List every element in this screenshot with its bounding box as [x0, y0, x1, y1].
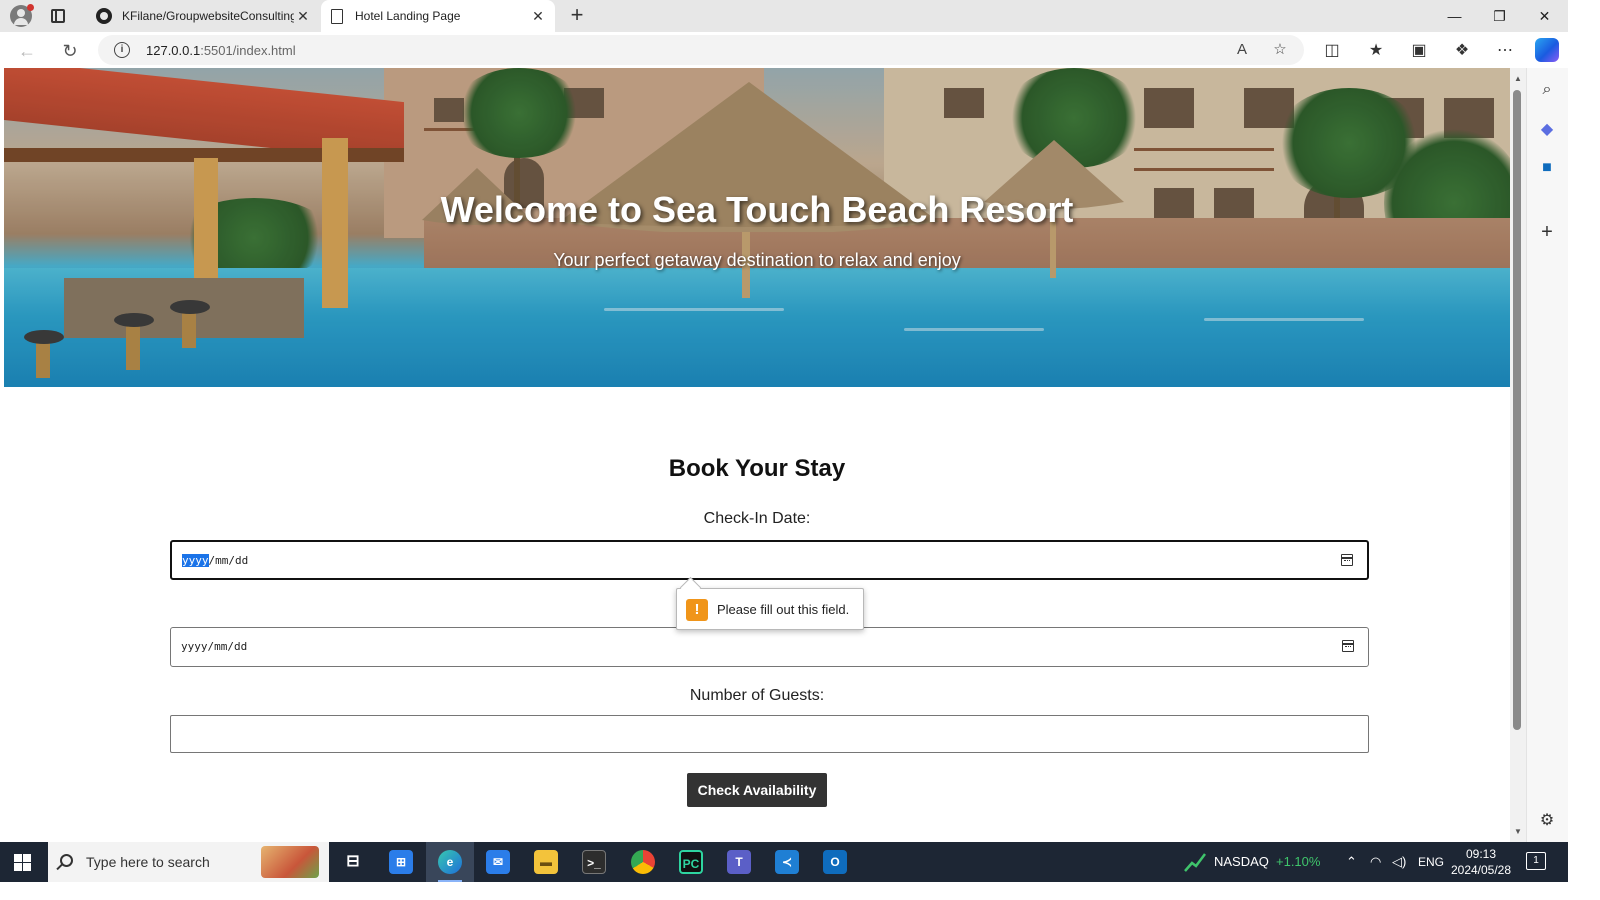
file-explorer-icon[interactable]: ▬	[522, 842, 570, 882]
minimize-button[interactable]: —	[1432, 0, 1477, 32]
site-info-icon[interactable]: i	[114, 42, 130, 58]
tab-label: Hotel Landing Page	[355, 9, 461, 23]
validation-message: Please fill out this field.	[717, 602, 850, 617]
scrollbar-thumb[interactable]	[1513, 90, 1521, 730]
github-icon	[96, 8, 112, 24]
sidebar-outlook-icon[interactable]: ■	[1537, 158, 1557, 178]
checkin-label: Check-In Date:	[703, 510, 811, 527]
network-icon[interactable]: ◠	[1370, 842, 1381, 882]
search-icon	[60, 854, 73, 867]
windows-start-icon[interactable]	[14, 854, 31, 871]
checkin-date-input[interactable]: yyyy/mm/dd	[170, 540, 1369, 580]
split-screen-icon[interactable]: ◫	[1321, 40, 1343, 62]
day-segment[interactable]: dd	[235, 554, 248, 567]
year-segment[interactable]: yyyy	[182, 554, 209, 567]
check-availability-button[interactable]: Check Availability	[687, 773, 827, 807]
ticker-name[interactable]: NASDAQ	[1214, 842, 1269, 882]
warning-icon: !	[686, 599, 708, 621]
read-aloud-icon[interactable]: A	[1232, 40, 1252, 60]
hero-title: Welcome to Sea Touch Beach Resort	[440, 189, 1074, 230]
microsoft-store-icon[interactable]: ⊞	[377, 842, 425, 882]
calendar-icon[interactable]	[1341, 554, 1353, 566]
guests-input[interactable]	[170, 715, 1369, 753]
url-text[interactable]: 127.0.0.1:5501/index.html	[146, 43, 296, 58]
outlook-icon[interactable]: O	[811, 842, 859, 882]
scroll-up-arrow-icon[interactable]: ▲	[1514, 74, 1522, 83]
tab-github[interactable]: KFilane/GroupwebsiteConsulting ✕	[88, 0, 320, 32]
tab-label: KFilane/GroupwebsiteConsulting	[122, 9, 294, 23]
profile-notification-dot	[27, 4, 34, 11]
favorite-star-icon[interactable]: ☆	[1270, 40, 1290, 60]
sidebar-copilot-icon[interactable]: ◆	[1537, 120, 1557, 140]
hero-subtitle: Your perfect getaway destination to rela…	[553, 250, 961, 270]
sidebar-search-icon[interactable]: ⌕	[1537, 80, 1557, 100]
edge-sidebar: ⌕ ◆ ■ + ⚙	[1526, 68, 1568, 842]
taskbar-search-placeholder: Type here to search	[86, 854, 210, 870]
month-segment[interactable]: mm	[214, 640, 227, 653]
url-host: 127.0.0.1	[146, 43, 201, 58]
hero-banner: Welcome to Sea Touch Beach Resort Your p…	[4, 68, 1510, 387]
browser-toolbar: ← ↻ i 127.0.0.1:5501/index.html A ☆ ◫ ★ …	[0, 32, 1568, 68]
validation-tooltip: ! Please fill out this field.	[676, 588, 864, 630]
checkout-date-input[interactable]: yyyy/mm/dd	[170, 627, 1369, 667]
calendar-icon[interactable]	[1342, 640, 1354, 652]
month-segment[interactable]: mm	[215, 554, 228, 567]
checkin-date-placeholder: yyyy/mm/dd	[182, 554, 249, 567]
checkout-date-placeholder: yyyy/mm/dd	[181, 640, 248, 653]
taskbar-clock[interactable]: 09:13 2024/05/28	[1448, 846, 1514, 878]
close-window-button[interactable]: ✕	[1522, 0, 1567, 32]
restore-button[interactable]: ❐	[1477, 0, 1522, 32]
tab-hotel-landing-page[interactable]: Hotel Landing Page ✕	[321, 0, 555, 32]
chrome-icon[interactable]	[619, 842, 667, 882]
clock-time: 09:13	[1465, 847, 1497, 861]
close-tab-icon[interactable]: ✕	[529, 8, 547, 25]
new-tab-button[interactable]: +	[566, 4, 588, 26]
url-path: :5501/index.html	[200, 43, 296, 58]
vscode-icon[interactable]: ≺	[763, 842, 811, 882]
pycharm-icon[interactable]: PC	[667, 842, 715, 882]
tab-actions-icon[interactable]	[48, 6, 68, 26]
task-view-icon[interactable]: ⊟	[329, 842, 377, 882]
back-button[interactable]: ←	[14, 38, 40, 64]
language-indicator[interactable]: ENG	[1418, 842, 1444, 882]
edge-browser-icon[interactable]: e	[426, 842, 474, 882]
stock-chart-icon[interactable]	[1184, 852, 1206, 872]
address-bar[interactable]: i 127.0.0.1:5501/index.html A ☆	[98, 35, 1304, 65]
sidebar-settings-gear-icon[interactable]: ⚙	[1537, 811, 1557, 831]
clock-date: 2024/05/28	[1450, 863, 1512, 877]
teams-icon[interactable]: T	[715, 842, 763, 882]
sidebar-add-icon[interactable]: +	[1537, 222, 1557, 242]
volume-icon[interactable]: ◁)	[1392, 842, 1406, 882]
show-hidden-icons-chevron-icon[interactable]: ⌃	[1346, 842, 1357, 882]
extensions-icon[interactable]: ❖	[1451, 40, 1473, 62]
reload-button[interactable]: ↻	[57, 38, 83, 64]
page-icon	[329, 8, 345, 24]
guests-label: Number of Guests:	[689, 687, 825, 704]
mail-icon[interactable]: ✉	[474, 842, 522, 882]
windows-taskbar: Type here to search ⊟ ⊞ e ✉ ▬ >_ PC T ≺ …	[0, 842, 1568, 882]
copilot-icon[interactable]	[1535, 38, 1559, 62]
taskbar-search-box[interactable]: Type here to search	[48, 842, 329, 882]
collections-icon[interactable]: ▣	[1408, 40, 1430, 62]
favorites-icon[interactable]: ★	[1365, 40, 1387, 62]
close-tab-icon[interactable]: ✕	[294, 8, 312, 25]
year-segment[interactable]: yyyy	[181, 640, 208, 653]
browser-tab-strip: KFilane/GroupwebsiteConsulting ✕ Hotel L…	[0, 0, 1568, 32]
day-segment[interactable]: dd	[234, 640, 247, 653]
search-highlight-image	[261, 846, 319, 878]
page-scrollbar[interactable]: ▲ ▼	[1510, 68, 1526, 842]
booking-title: Book Your Stay	[668, 455, 846, 482]
notification-center-icon[interactable]: 1	[1526, 852, 1546, 870]
scroll-down-arrow-icon[interactable]: ▼	[1514, 827, 1522, 836]
page-viewport: Welcome to Sea Touch Beach Resort Your p…	[4, 68, 1510, 842]
terminal-icon[interactable]: >_	[570, 842, 618, 882]
ticker-change[interactable]: +1.10%	[1276, 842, 1320, 882]
more-menu-icon[interactable]: ⋯	[1494, 40, 1516, 62]
